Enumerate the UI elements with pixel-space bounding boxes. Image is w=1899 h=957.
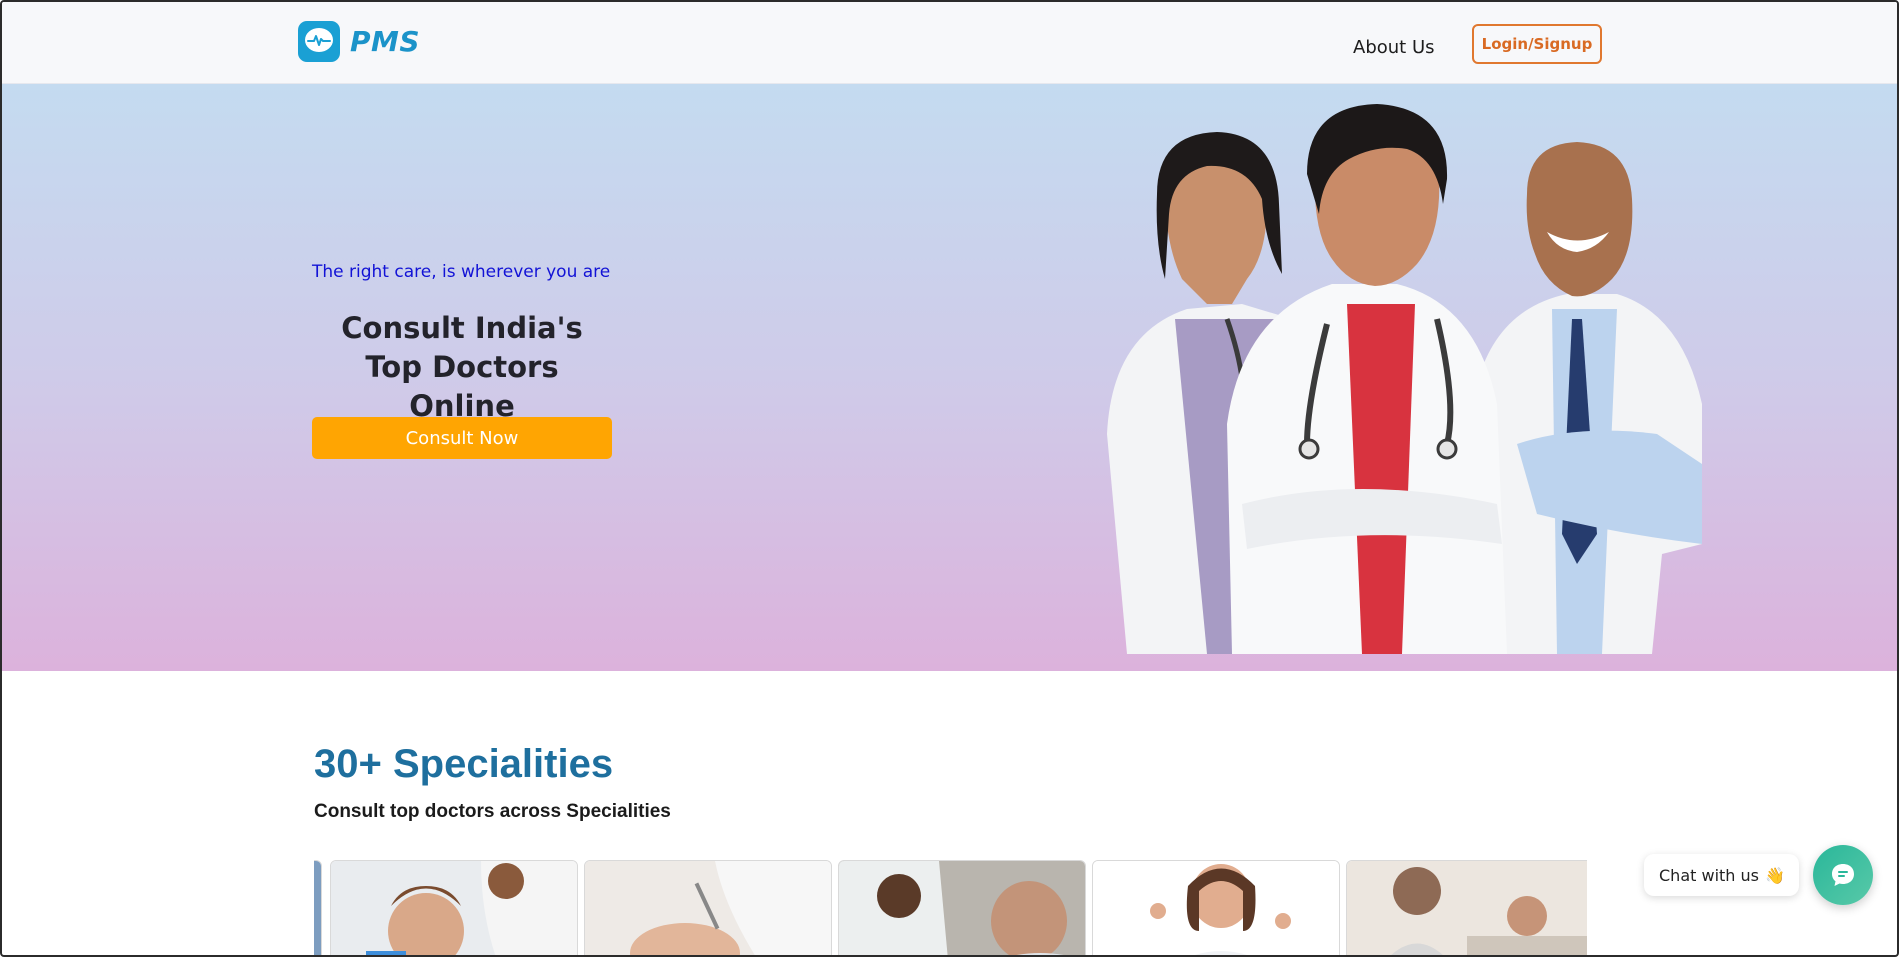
chat-with-us-prompt[interactable]: Chat with us 👋: [1644, 854, 1799, 896]
speciality-card-dermatology[interactable]: [584, 860, 832, 955]
nav-about-us-link[interactable]: About Us: [1353, 37, 1435, 58]
hero-banner: The right care, is wherever you are Cons…: [2, 84, 1897, 671]
chat-with-us-label: Chat with us: [1659, 865, 1759, 885]
hero-headline-line-2: Top Doctors Online: [365, 350, 559, 423]
login-signup-button[interactable]: Login/Signup: [1472, 24, 1602, 64]
browser-viewport: PMS About Us Login/Signup The right care…: [0, 0, 1899, 957]
speciality-card-cardiology[interactable]: [838, 860, 1086, 955]
hero-headline-line-1: Consult India's: [341, 311, 583, 345]
waving-hand-icon: 👋: [1764, 865, 1785, 885]
specialities-title: 30+ Specialities: [314, 742, 614, 786]
speciality-card-dentist[interactable]: [330, 860, 578, 955]
brand-name: PMS: [350, 25, 421, 58]
speciality-card-psychiatry[interactable]: [1346, 860, 1587, 955]
doctors-group-image: [1107, 104, 1702, 654]
heartbeat-chat-icon: [298, 21, 340, 62]
consult-now-button[interactable]: Consult Now: [312, 417, 612, 459]
brand-logo[interactable]: PMS: [298, 21, 420, 62]
speciality-card-partial[interactable]: [314, 860, 322, 955]
speciality-card-general-physician[interactable]: [1092, 860, 1340, 955]
hero-tagline: The right care, is wherever you are: [312, 262, 611, 282]
top-navbar: PMS About Us Login/Signup: [2, 2, 1897, 84]
specialities-carousel[interactable]: [314, 859, 1587, 955]
chat-launcher-button[interactable]: [1813, 845, 1873, 905]
hero-headline: Consult India's Top Doctors Online: [312, 309, 612, 426]
chat-bubble-icon: [1832, 864, 1854, 886]
specialities-subtitle: Consult top doctors across Specialities: [314, 801, 671, 822]
